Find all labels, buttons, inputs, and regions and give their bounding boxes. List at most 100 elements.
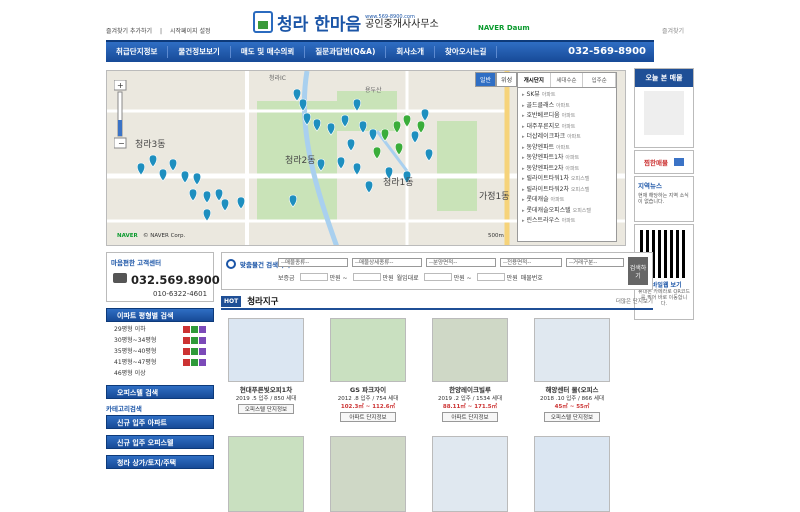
new-officetel-button[interactable]: 신규 입주 오피스텔 xyxy=(106,435,214,449)
hot-badge: HOT xyxy=(221,295,242,307)
pyeong-tag-icon[interactable] xyxy=(191,348,198,355)
complex-list-item[interactable]: 릴라이트타워1차 오피스텔 xyxy=(522,174,612,185)
complex-thumb[interactable] xyxy=(534,318,610,382)
complex-thumb[interactable] xyxy=(330,436,406,512)
complex-list-item[interactable]: 롯데캐슬 아파트 xyxy=(522,195,612,206)
complex-list-item[interactable]: 린스트라우스 아파트 xyxy=(522,216,612,227)
complex-list: SK뷰 아파트골드클래스 아파트호반베르디움 아파트대주푸른지오 아파트더샵레이… xyxy=(518,88,616,229)
select-type[interactable]: --매물종류-- xyxy=(278,258,348,267)
nav-qna[interactable]: 질문과답변(Q&A) xyxy=(305,46,387,58)
complex-tab-2[interactable]: 입주순 xyxy=(583,73,617,87)
complex-thumb[interactable] xyxy=(432,318,508,382)
logo-office: 공인중개사사무소 xyxy=(365,18,439,30)
complex-name[interactable]: 현대푸른빛오피1차 xyxy=(224,384,308,394)
pyeong-tag-icon[interactable] xyxy=(183,337,190,344)
pyeong-tag-icon[interactable] xyxy=(191,337,198,344)
pyeong-item[interactable]: 30평형~34평형 xyxy=(114,335,206,346)
search-button[interactable]: 검색하기 xyxy=(628,257,648,285)
complex-tab-0[interactable]: 개시단지 xyxy=(518,73,551,87)
complex-card[interactable]: 해양센터 몰(오피스 2018 .10 입주 / 866 세대 45㎡ ~ 55㎡ 오… xyxy=(530,318,614,422)
complex-card[interactable]: GS 파크자이 2012 .8 입주 / 754 세대 102.3㎡ ~ 112.6… xyxy=(326,318,410,422)
complex-tab-1[interactable]: 세대수순 xyxy=(551,73,584,87)
today-viewed-thumb[interactable] xyxy=(644,91,684,135)
complex-thumb[interactable] xyxy=(228,436,304,512)
complex-list-item[interactable]: 더샵레이크파크 아파트 xyxy=(522,132,612,143)
complex-list-item[interactable]: 골드클래스 아파트 xyxy=(522,101,612,112)
customer-phone: 032.569.8900 xyxy=(131,273,220,287)
pyeong-tag-icon[interactable] xyxy=(191,326,198,333)
pyeong-item[interactable]: 29평형 이하 xyxy=(114,324,206,335)
complex-card[interactable] xyxy=(326,436,410,512)
pyeong-tag-icon[interactable] xyxy=(191,359,198,366)
pyeong-item[interactable]: 46평형 이상 xyxy=(114,368,206,379)
search-icon xyxy=(226,259,236,269)
select-supply-area[interactable]: --분양면적-- xyxy=(426,258,496,267)
nav-phone: 032-569-8900 xyxy=(568,46,646,57)
complex-list-item[interactable]: 동양엔파트1차 아파트 xyxy=(522,153,612,164)
search-row2: 보증금 만원 ~ 만원 월임대료 만원 ~ 만원 매물번호 xyxy=(278,273,546,282)
complex-list-item[interactable]: SK뷰 아파트 xyxy=(522,90,612,101)
complex-list-item[interactable]: 동양엔파트2차 아파트 xyxy=(522,164,612,175)
commercial-land-button[interactable]: 청라 상가/토지/주택 xyxy=(106,455,214,469)
pyeong-tag-icon[interactable] xyxy=(183,348,190,355)
pyeong-tag-icon[interactable] xyxy=(199,337,206,344)
complex-list-item[interactable]: 호반베르디움 아파트 xyxy=(522,111,612,122)
complex-thumb[interactable] xyxy=(432,436,508,512)
map-tab-satellite[interactable]: 위성 xyxy=(496,72,518,87)
pyeong-tag-icon[interactable] xyxy=(199,359,206,366)
pyeong-item[interactable]: 41평형~47평형 xyxy=(114,357,206,368)
start-page-link[interactable]: 시작페이지 설정 xyxy=(170,28,211,35)
nav-about[interactable]: 회사소개 xyxy=(386,46,436,58)
nav-directions[interactable]: 찾아오시는길 xyxy=(435,46,498,58)
complex-thumb[interactable] xyxy=(228,318,304,382)
complex-thumb[interactable] xyxy=(534,436,610,512)
complex-detail-button[interactable]: 오피스텔 단지정보 xyxy=(544,412,600,422)
complex-card[interactable]: 현대푸른빛오피1차 2019 .5 입주 / 850 세대 오피스텔 단지정보 xyxy=(224,318,308,414)
select-detail[interactable]: --매물상세종류-- xyxy=(352,258,422,267)
complex-detail-button[interactable]: 아파트 단지정보 xyxy=(340,412,396,422)
complex-list-item[interactable]: 대주푸른지오 아파트 xyxy=(522,122,612,133)
complex-detail-button[interactable]: 아파트 단지정보 xyxy=(442,412,498,422)
pyeong-tag-icon[interactable] xyxy=(199,326,206,333)
complex-thumb[interactable] xyxy=(330,318,406,382)
cart-icon xyxy=(673,158,684,166)
complex-card[interactable] xyxy=(224,436,308,512)
naver-daum-logo[interactable]: NAVER Daum xyxy=(478,24,530,32)
more-complexes-link[interactable]: 더많은 단지보기 xyxy=(616,297,653,305)
complex-card[interactable] xyxy=(428,436,512,512)
pyeong-tag-icon[interactable] xyxy=(183,359,190,366)
svg-text:+: + xyxy=(117,81,124,90)
complex-list-item[interactable]: 동양엔파트 아파트 xyxy=(522,143,612,154)
officetel-search-button[interactable]: 오피스텔 검색 xyxy=(106,385,214,399)
nav-request[interactable]: 매도 및 매수의뢰 xyxy=(231,46,306,58)
map-label-cheongna3: 청라3동 xyxy=(135,140,166,150)
new-apartment-button[interactable]: 신규 입주 아파트 xyxy=(106,415,214,429)
pyeong-item[interactable]: 35평형~40평형 xyxy=(114,346,206,357)
area-title-bar: HOT 청라지구 더많은 단지보기 xyxy=(221,294,653,310)
customer-center-title: 마음편한 고객센터 xyxy=(111,259,162,267)
deposit-min[interactable] xyxy=(299,273,328,281)
nav-listings[interactable]: 물건정보보기 xyxy=(168,46,231,58)
complex-list-item[interactable]: 릴라이트타워2차 오피스텔 xyxy=(522,185,612,196)
fav-label[interactable]: 찜한매물 xyxy=(644,157,668,167)
rent-max[interactable] xyxy=(476,273,505,281)
select-deal-type[interactable]: --거래구분-- xyxy=(566,258,624,267)
complex-detail-button[interactable]: 오피스텔 단지정보 xyxy=(238,404,294,414)
nav-complex-info[interactable]: 취급단지정보 xyxy=(106,46,169,58)
complex-list-item[interactable]: 롯데캐슬오피스텔 오피스텔 xyxy=(522,206,612,217)
map-zoom-control[interactable]: + − xyxy=(113,79,128,150)
complex-name[interactable]: GS 파크자이 xyxy=(326,384,410,394)
map-tab-normal[interactable]: 일반 xyxy=(475,72,497,87)
select-exclusive-area[interactable]: --전용면적-- xyxy=(500,258,562,267)
complex-card[interactable]: 한양레이크빌루 2019 .2 입주 / 1534 세대 88.11㎡ ~ 171.… xyxy=(428,318,512,422)
site-logo[interactable]: 청라 한마음 www.569-8900.com 공인중개사사무소 xyxy=(253,7,439,37)
pyeong-tag-icon[interactable] xyxy=(199,348,206,355)
complex-name[interactable]: 한양레이크빌루 xyxy=(428,384,512,394)
complex-card[interactable] xyxy=(530,436,614,512)
pyeong-tag-icon[interactable] xyxy=(183,326,190,333)
bookmark-link[interactable]: 즐겨찾기 추가하기 xyxy=(106,28,152,35)
complex-name[interactable]: 해양센터 몰(오피스 xyxy=(530,384,614,394)
top-right-link[interactable]: 즐겨찾기 xyxy=(662,26,684,35)
deposit-max[interactable] xyxy=(352,273,381,281)
rent-min[interactable] xyxy=(423,273,452,281)
